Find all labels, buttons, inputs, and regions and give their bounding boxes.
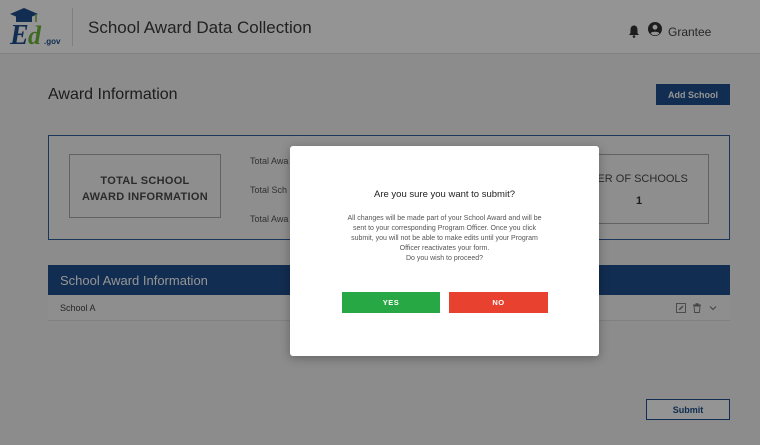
dialog-line: submit, you will not be able to make edi… [351, 235, 538, 242]
yes-button[interactable]: YES [342, 292, 440, 313]
dialog-line: All changes will be made part of your Sc… [347, 215, 542, 222]
dialog-line: sent to your corresponding Program Offic… [352, 225, 537, 232]
dialog-title: Are you sure you want to submit? [374, 189, 515, 200]
confirm-submit-dialog: Are you sure you want to submit? All cha… [290, 146, 599, 356]
dialog-line: Officer reactivates your form. [399, 245, 490, 252]
no-button[interactable]: NO [449, 292, 548, 313]
dialog-message: All changes will be made part of your Sc… [308, 214, 581, 264]
dialog-line: Do you wish to proceed? [405, 255, 484, 262]
